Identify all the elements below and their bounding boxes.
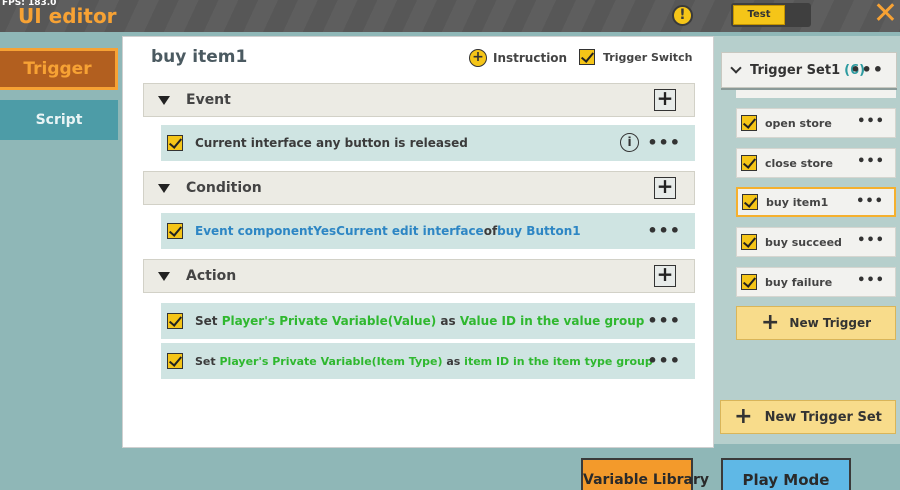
plus-icon: + bbox=[734, 404, 753, 429]
collapse-triangle-icon[interactable] bbox=[158, 183, 170, 193]
action-part[interactable]: Value ID in the value group bbox=[460, 314, 645, 328]
trigger-list-panel: Trigger Set1 (6) ••• open store ••• clos… bbox=[714, 36, 900, 444]
action-row[interactable]: Set Player's Private Variable(Item Type)… bbox=[161, 343, 695, 379]
more-options-icon[interactable]: ••• bbox=[857, 154, 885, 169]
new-trigger-set-label: New Trigger Set bbox=[764, 409, 882, 425]
trigger-title: buy item1 bbox=[151, 47, 248, 67]
item-checkbox[interactable] bbox=[741, 234, 757, 250]
info-icon[interactable]: i bbox=[620, 133, 639, 152]
action-part: as bbox=[436, 314, 460, 328]
test-button[interactable]: Test bbox=[733, 5, 785, 25]
new-trigger-button[interactable]: + New Trigger bbox=[736, 306, 896, 340]
section-label: Condition bbox=[186, 180, 262, 196]
more-options-icon[interactable]: ••• bbox=[647, 311, 681, 330]
section-label: Action bbox=[186, 268, 237, 284]
trigger-list-item[interactable]: close store ••• bbox=[736, 148, 896, 178]
trigger-list-item[interactable]: buy succeed ••• bbox=[736, 227, 896, 257]
collapse-triangle-icon[interactable] bbox=[158, 95, 170, 105]
trigger-item-label: close store bbox=[765, 156, 833, 170]
chevron-down-icon[interactable] bbox=[730, 62, 742, 74]
more-options-icon[interactable]: ••• bbox=[647, 351, 681, 370]
trigger-item-label: buy failure bbox=[765, 275, 833, 289]
instruction-label: Instruction bbox=[493, 51, 568, 65]
collapse-triangle-icon[interactable] bbox=[158, 271, 170, 281]
section-condition[interactable]: Condition + bbox=[143, 171, 695, 205]
section-label: Event bbox=[186, 92, 231, 108]
action-part: Set bbox=[195, 354, 220, 368]
row-checkbox[interactable] bbox=[167, 223, 183, 239]
more-options-icon[interactable]: ••• bbox=[856, 194, 884, 209]
more-options-icon[interactable]: ••• bbox=[857, 114, 885, 129]
new-trigger-set-button[interactable]: + New Trigger Set bbox=[720, 400, 896, 434]
action-text: Set Player's Private Variable(Item Type)… bbox=[195, 355, 653, 368]
event-text: Current interface any button is released bbox=[195, 136, 468, 150]
trigger-list-item-selected[interactable]: buy item1 ••• bbox=[736, 187, 896, 217]
condition-part[interactable]: Event componentYesCurrent edit interface bbox=[195, 224, 484, 238]
more-options-icon[interactable]: ••• bbox=[857, 233, 885, 248]
trigger-switch-label: Trigger Switch bbox=[603, 50, 693, 64]
event-row[interactable]: Current interface any button is released… bbox=[161, 125, 695, 161]
condition-part[interactable]: buy Button1 bbox=[497, 224, 580, 238]
add-action-button[interactable]: + bbox=[654, 264, 676, 287]
plus-icon: + bbox=[760, 310, 780, 335]
condition-row[interactable]: Event componentYesCurrent edit interface… bbox=[161, 213, 695, 249]
item-checkbox[interactable] bbox=[741, 115, 757, 131]
action-text: Set Player's Private Variable(Value) as … bbox=[195, 314, 644, 328]
action-row[interactable]: Set Player's Private Variable(Value) as … bbox=[161, 303, 695, 339]
trigger-list-item[interactable]: open store ••• bbox=[736, 108, 896, 138]
plus-circle-icon: + bbox=[469, 49, 487, 67]
action-part[interactable]: Player's Private Variable(Value) bbox=[222, 314, 437, 328]
close-icon[interactable]: ✕ bbox=[873, 0, 898, 32]
new-trigger-label: New Trigger bbox=[789, 316, 872, 330]
add-event-button[interactable]: + bbox=[654, 88, 676, 111]
more-options-icon[interactable]: ••• bbox=[850, 60, 884, 79]
row-checkbox[interactable] bbox=[167, 353, 183, 369]
section-event[interactable]: Event + bbox=[143, 83, 695, 117]
add-condition-button[interactable]: + bbox=[654, 176, 676, 199]
item-checkbox[interactable] bbox=[741, 274, 757, 290]
condition-text: Event componentYesCurrent edit interface… bbox=[195, 224, 581, 238]
condition-part: of bbox=[483, 224, 498, 238]
instruction-button[interactable]: + Instruction bbox=[469, 49, 567, 67]
trigger-editor-panel: buy item1 + Instruction Trigger Switch E… bbox=[122, 36, 714, 448]
trigger-item-label: buy succeed bbox=[765, 235, 842, 249]
action-part: as bbox=[442, 354, 465, 368]
tab-script[interactable]: Script bbox=[0, 100, 118, 140]
trigger-item-label: open store bbox=[765, 116, 832, 130]
action-part[interactable]: item ID in the item type group bbox=[464, 355, 653, 368]
app-title: UI editor bbox=[18, 4, 117, 28]
action-part[interactable]: Player's Private Variable(Item Type) bbox=[219, 355, 442, 368]
row-checkbox[interactable] bbox=[167, 135, 183, 151]
action-part: Set bbox=[195, 314, 222, 328]
trigger-set-header[interactable]: Trigger Set1 (6) ••• bbox=[721, 52, 897, 88]
top-bar: FPS: 183.0 UI editor ! Test ✕ bbox=[0, 0, 900, 32]
item-checkbox[interactable] bbox=[742, 194, 758, 210]
left-nav: Trigger Script bbox=[0, 36, 122, 490]
exclamation-icon[interactable]: ! bbox=[672, 5, 693, 26]
test-toggle[interactable]: Test bbox=[731, 3, 811, 27]
item-checkbox[interactable] bbox=[741, 155, 757, 171]
play-mode-button[interactable]: Play Mode bbox=[721, 458, 851, 490]
more-options-icon[interactable]: ••• bbox=[647, 221, 681, 240]
trigger-item-label: buy item1 bbox=[766, 195, 829, 209]
trigger-switch-checkbox[interactable] bbox=[579, 49, 595, 65]
trigger-list-item[interactable]: buy failure ••• bbox=[736, 267, 896, 297]
variable-library-button[interactable]: Variable Library bbox=[581, 458, 709, 490]
trigger-set-name: Trigger Set1 bbox=[750, 62, 841, 78]
trigger-switch[interactable]: Trigger Switch bbox=[579, 49, 692, 65]
row-checkbox[interactable] bbox=[167, 313, 183, 329]
list-item-partial bbox=[736, 90, 896, 98]
more-options-icon[interactable]: ••• bbox=[857, 273, 885, 288]
section-action[interactable]: Action + bbox=[143, 259, 695, 293]
tab-trigger[interactable]: Trigger bbox=[0, 48, 118, 90]
more-options-icon[interactable]: ••• bbox=[647, 133, 681, 152]
